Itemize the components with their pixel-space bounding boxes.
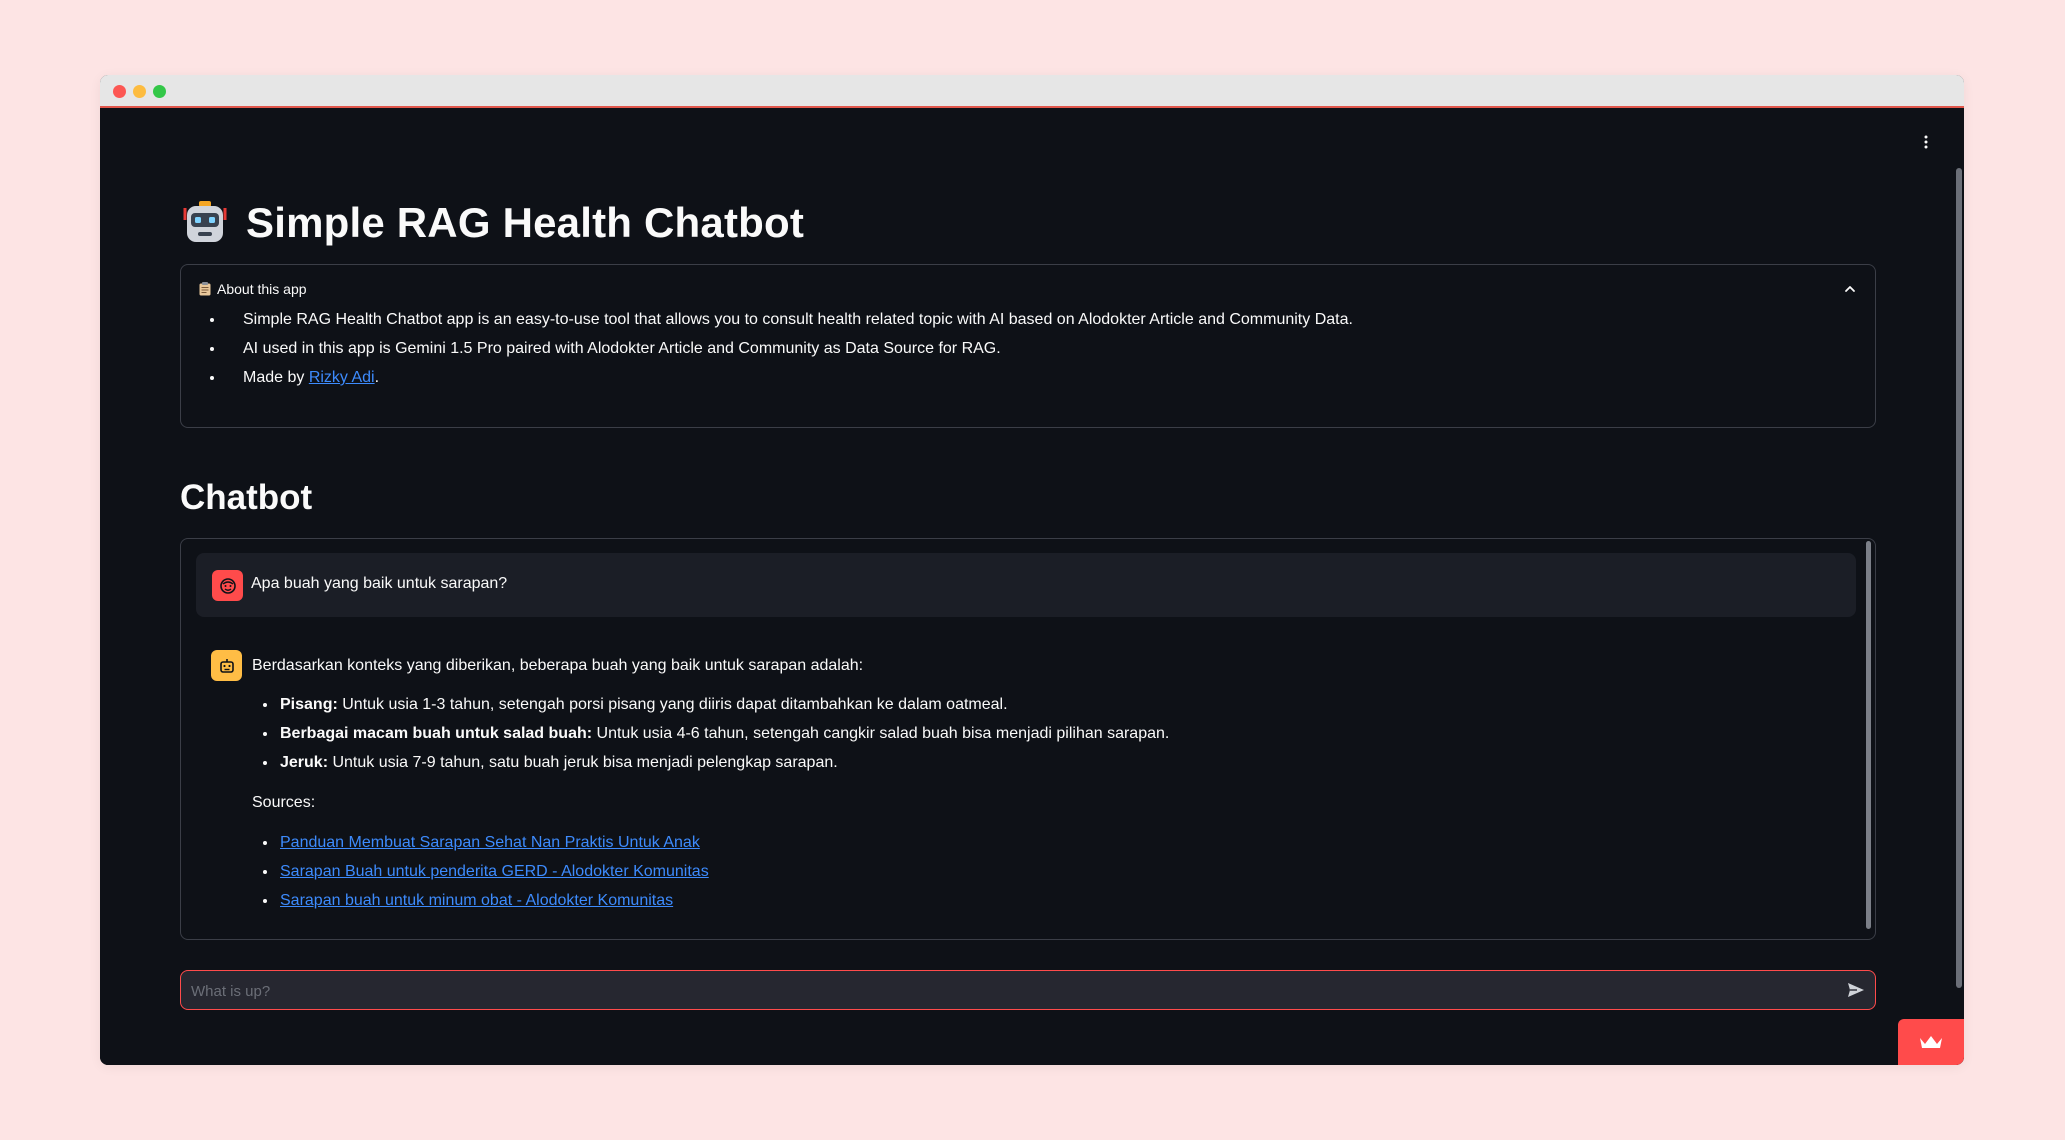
clipboard-icon: [199, 282, 211, 296]
robot-icon: [183, 201, 227, 242]
maximize-window-button[interactable]: [153, 85, 166, 98]
fruit-item-title: Berbagai macam buah untuk salad buah:: [280, 725, 593, 742]
page-scrollbar[interactable]: [1956, 168, 1962, 988]
chat-input-box: [180, 970, 1876, 1011]
minimize-window-button[interactable]: [133, 85, 146, 98]
source-item: Sarapan buah untuk minum obat - Alodokte…: [278, 886, 1812, 915]
fruit-item: Berbagai macam buah untuk salad buah: Un…: [278, 719, 1812, 748]
chat-scrollbar[interactable]: [1866, 541, 1871, 929]
assistant-avatar: [211, 650, 242, 681]
fruit-list: Pisang: Untuk usia 1-3 tahun, setengah p…: [252, 690, 1812, 777]
fruit-item-text: Untuk usia 1-3 tahun, setengah porsi pis…: [337, 696, 1008, 713]
user-avatar: [212, 570, 243, 601]
page-title: Simple RAG Health Chatbot: [246, 199, 805, 246]
fruit-item-text: Untuk usia 7-9 tahun, satu buah jeruk bi…: [328, 754, 838, 771]
streamlit-crown-badge[interactable]: [1898, 1019, 1964, 1065]
made-by-prefix: Made by: [243, 369, 309, 386]
about-item: AI used in this app is Gemini 1.5 Pro pa…: [225, 334, 1353, 363]
fruit-item-text: Untuk usia 4-6 tahun, setengah cangkir s…: [592, 725, 1170, 742]
chatbot-heading: Chatbot: [180, 478, 313, 517]
streamlit-app: Simple RAG Health Chatbot About this app…: [100, 108, 1964, 1065]
sources-label: Sources:: [252, 794, 316, 811]
window-titlebar: [100, 75, 1964, 108]
fruit-item: Jeruk: Untuk usia 7-9 tahun, satu buah j…: [278, 748, 1812, 777]
robot-face-icon: [219, 658, 234, 673]
source-link[interactable]: Sarapan buah untuk minum obat - Alodokte…: [280, 892, 673, 909]
chevron-up-icon[interactable]: [1843, 282, 1857, 296]
browser-window: Simple RAG Health Chatbot About this app…: [100, 75, 1964, 1065]
about-item: Simple RAG Health Chatbot app is an easy…: [225, 305, 1353, 334]
sources-list: Panduan Membuat Sarapan Sehat Nan Prakti…: [252, 828, 1812, 915]
made-by-suffix: .: [374, 369, 380, 386]
chat-input[interactable]: [189, 971, 1813, 1011]
fruit-item: Pisang: Untuk usia 1-3 tahun, setengah p…: [278, 690, 1812, 719]
user-message-text: Apa buah yang baik untuk sarapan?: [251, 575, 508, 592]
send-icon[interactable]: [1845, 979, 1867, 1001]
crown-icon: [1920, 1036, 1942, 1048]
source-link[interactable]: Panduan Membuat Sarapan Sehat Nan Prakti…: [280, 834, 700, 851]
source-item: Sarapan Buah untuk penderita GERD - Alod…: [278, 857, 1812, 886]
close-window-button[interactable]: [113, 85, 126, 98]
about-expander-label: About this app: [217, 281, 307, 297]
user-message: Apa buah yang baik untuk sarapan?: [196, 553, 1856, 617]
smiley-face-icon: [219, 577, 236, 594]
fruit-item-title: Pisang:: [280, 696, 338, 713]
assistant-message-content: Berdasarkan konteks yang diberikan, bebe…: [252, 651, 1812, 926]
about-expander-header[interactable]: About this app: [199, 279, 1857, 299]
about-list: Simple RAG Health Chatbot app is an easy…: [199, 305, 1353, 392]
chat-history-container: Apa buah yang baik untuk sarapan? Berdas…: [180, 538, 1876, 940]
author-link[interactable]: Rizky Adi: [309, 369, 375, 386]
fruit-item-title: Jeruk:: [280, 754, 329, 771]
source-link[interactable]: Sarapan Buah untuk penderita GERD - Alod…: [280, 863, 709, 880]
page-title-row: Simple RAG Health Chatbot: [180, 198, 804, 248]
main-menu-button[interactable]: [1916, 132, 1936, 152]
source-item: Panduan Membuat Sarapan Sehat Nan Prakti…: [278, 828, 1812, 857]
assistant-intro: Berdasarkan konteks yang diberikan, bebe…: [252, 657, 864, 674]
about-expander: About this app Simple RAG Health Chatbot…: [180, 264, 1876, 428]
about-item-made-by: Made by Rizky Adi.: [225, 363, 1353, 392]
vertical-dots-icon: [1924, 135, 1928, 149]
